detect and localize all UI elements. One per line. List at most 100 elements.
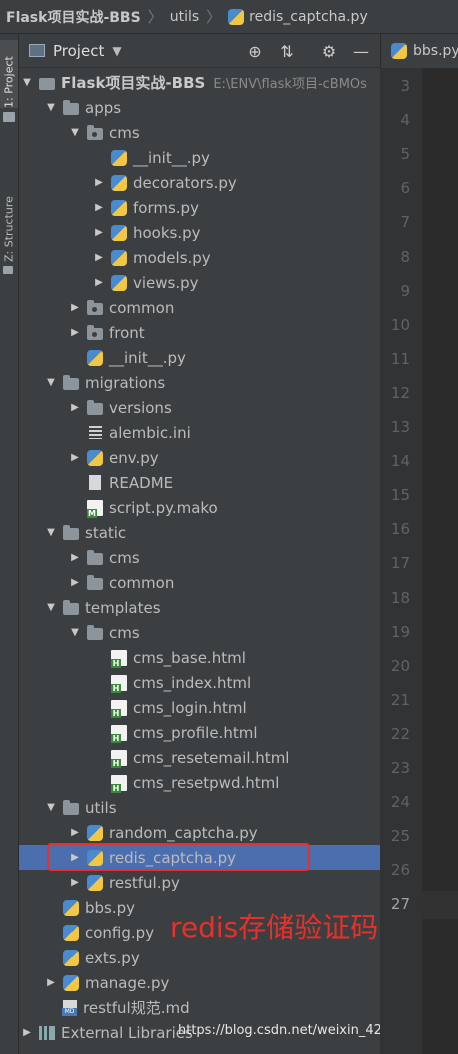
- tree-row[interactable]: ▶ common: [19, 570, 380, 595]
- tree-row[interactable]: ▶README: [19, 470, 380, 495]
- collapsed-arrow-icon[interactable]: ▶: [21, 1027, 33, 1038]
- collapsed-arrow-icon[interactable]: ▶: [69, 552, 81, 563]
- collapsed-arrow-icon[interactable]: ▶: [69, 852, 81, 863]
- tree-row[interactable]: ▶ hooks.py: [19, 220, 380, 245]
- tree-row[interactable]: ▶__init__.py: [19, 145, 380, 170]
- breadcrumb-utils[interactable]: utils: [170, 9, 199, 25]
- tree-row[interactable]: ▶cms_profile.html: [19, 720, 380, 745]
- tree-row[interactable]: ▶ manage.py: [19, 970, 380, 995]
- tree-row[interactable]: ▼ migrations: [19, 370, 380, 395]
- project-tool-tab[interactable]: 1: Project: [0, 40, 18, 108]
- breadcrumb-separator: 〉: [147, 8, 163, 26]
- tree-row[interactable]: ▶__init__.py: [19, 345, 380, 370]
- tree-row[interactable]: ▼ Flask项目实战-BBS E:\ENV\flask项目-cBMOs: [19, 70, 380, 95]
- tree-row[interactable]: ▶cms_base.html: [19, 645, 380, 670]
- line-number: 23: [390, 759, 410, 777]
- collapsed-arrow-icon[interactable]: ▶: [69, 302, 81, 313]
- tree-row[interactable]: ▶ cms: [19, 545, 380, 570]
- python-file-icon: [111, 149, 127, 166]
- tree-item-label: static: [85, 523, 127, 542]
- tree-row[interactable]: ▶ views.py: [19, 270, 380, 295]
- expanded-arrow-icon[interactable]: ▼: [69, 627, 81, 638]
- tree-row[interactable]: ▶ forms.py: [19, 195, 380, 220]
- locate-icon[interactable]: ⊕: [245, 41, 265, 61]
- collapsed-arrow-icon[interactable]: ▶: [69, 452, 81, 463]
- line-number: 10: [390, 315, 410, 334]
- collapsed-arrow-icon[interactable]: ▶: [69, 577, 81, 588]
- tree-row[interactable]: ▶exts.py: [19, 945, 380, 970]
- line-number: 26: [390, 861, 410, 880]
- tree-row[interactable]: ▶cms_login.html: [19, 695, 380, 720]
- collapsed-arrow-icon[interactable]: ▶: [69, 827, 81, 838]
- tree-row[interactable]: ▶cms_resetemail.html: [19, 745, 380, 770]
- collapsed-arrow-icon[interactable]: ▶: [93, 252, 105, 263]
- collapsed-arrow-icon[interactable]: ▶: [45, 977, 57, 988]
- breadcrumb-project[interactable]: Flask项目实战-BBS: [6, 7, 141, 27]
- tree-item-label: __init__.py: [133, 148, 210, 167]
- collapsed-arrow-icon[interactable]: ▶: [69, 327, 81, 338]
- breadcrumb-file[interactable]: redis_captcha.py: [249, 9, 368, 25]
- line-number: 25: [390, 827, 410, 846]
- expanded-arrow-icon[interactable]: ▼: [69, 127, 81, 138]
- tree-item-label: cms_profile.html: [133, 723, 258, 742]
- tree-row[interactable]: ▼ cms: [19, 120, 380, 145]
- chevron-down-icon[interactable]: ▼: [112, 44, 121, 58]
- collapsed-arrow-icon[interactable]: ▶: [93, 177, 105, 188]
- collapsed-arrow-icon[interactable]: ▶: [93, 227, 105, 238]
- expanded-arrow-icon[interactable]: ▼: [45, 377, 57, 388]
- collapsed-arrow-icon[interactable]: ▶: [93, 202, 105, 213]
- tree-row[interactable]: ▼ templates: [19, 595, 380, 620]
- editor-tab-bbs[interactable]: bbs.py: [380, 34, 458, 68]
- tree-row[interactable]: ▶ decorators.py: [19, 170, 380, 195]
- package-icon: [87, 124, 103, 140]
- folder-icon: [63, 524, 79, 540]
- hide-icon[interactable]: —: [351, 41, 371, 61]
- expanded-arrow-icon[interactable]: ▼: [45, 802, 57, 813]
- collapsed-arrow-icon[interactable]: ▶: [69, 877, 81, 888]
- tree-row[interactable]: ▶ restful.py: [19, 870, 380, 895]
- tree-row[interactable]: ▶ common: [19, 295, 380, 320]
- tree-item-label: README: [109, 473, 174, 492]
- expanded-arrow-icon[interactable]: ▼: [21, 77, 33, 88]
- expanded-arrow-icon[interactable]: ▼: [45, 527, 57, 538]
- tree-row-selected[interactable]: ▶ redis_captcha.py: [19, 845, 380, 870]
- tree-item-label: cms: [109, 123, 140, 142]
- tree-row[interactable]: ▶ models.py: [19, 245, 380, 270]
- python-file-icon: [111, 174, 127, 191]
- expanded-arrow-icon[interactable]: ▼: [45, 102, 57, 113]
- project-path: E:\ENV\flask项目-cBMOs: [213, 77, 367, 92]
- collapse-all-icon[interactable]: ⇅: [277, 41, 297, 61]
- collapsed-arrow-icon[interactable]: ▶: [93, 277, 105, 288]
- tree-row[interactable]: ▼ cms: [19, 620, 380, 645]
- gear-icon[interactable]: ⚙: [319, 41, 339, 61]
- tree-row[interactable]: ▶cms_index.html: [19, 670, 380, 695]
- tree-row[interactable]: ▶cms_resetpwd.html: [19, 770, 380, 795]
- package-icon: [87, 324, 103, 340]
- tree-item-label: restful.py: [109, 873, 180, 892]
- tree-row[interactable]: ▶ env.py: [19, 445, 380, 470]
- tree-item-label: templates: [85, 598, 161, 617]
- collapsed-arrow-icon[interactable]: ▶: [69, 402, 81, 413]
- tree-item-label: External Libraries: [61, 1023, 193, 1042]
- python-file-icon: [63, 974, 79, 991]
- current-line-highlight: [422, 891, 458, 920]
- tree-row[interactable]: ▶alembic.ini: [19, 420, 380, 445]
- tree-row[interactable]: ▶ front: [19, 320, 380, 345]
- line-number: 17: [390, 554, 410, 573]
- python-file-icon: [63, 924, 79, 941]
- tree-row[interactable]: ▶restful规范.md: [19, 995, 380, 1020]
- tree-item-label: front: [109, 323, 145, 342]
- tree-item-label: env.py: [109, 448, 159, 467]
- expanded-arrow-icon[interactable]: ▼: [45, 602, 57, 613]
- tree-row[interactable]: ▼ apps: [19, 95, 380, 120]
- project-view-selector[interactable]: Project: [53, 42, 104, 60]
- editor-tab-label: bbs.py: [413, 43, 458, 59]
- tree-row[interactable]: ▶ versions: [19, 395, 380, 420]
- tree-row[interactable]: ▼ utils: [19, 795, 380, 820]
- line-number: 5: [400, 145, 410, 164]
- structure-tool-tab[interactable]: Z: Structure: [0, 182, 18, 262]
- tree-item-label: cms_index.html: [133, 673, 252, 692]
- tree-row[interactable]: ▶ random_captcha.py: [19, 820, 380, 845]
- tree-row[interactable]: ▼ static: [19, 520, 380, 545]
- tree-row[interactable]: ▶script.py.mako: [19, 495, 380, 520]
